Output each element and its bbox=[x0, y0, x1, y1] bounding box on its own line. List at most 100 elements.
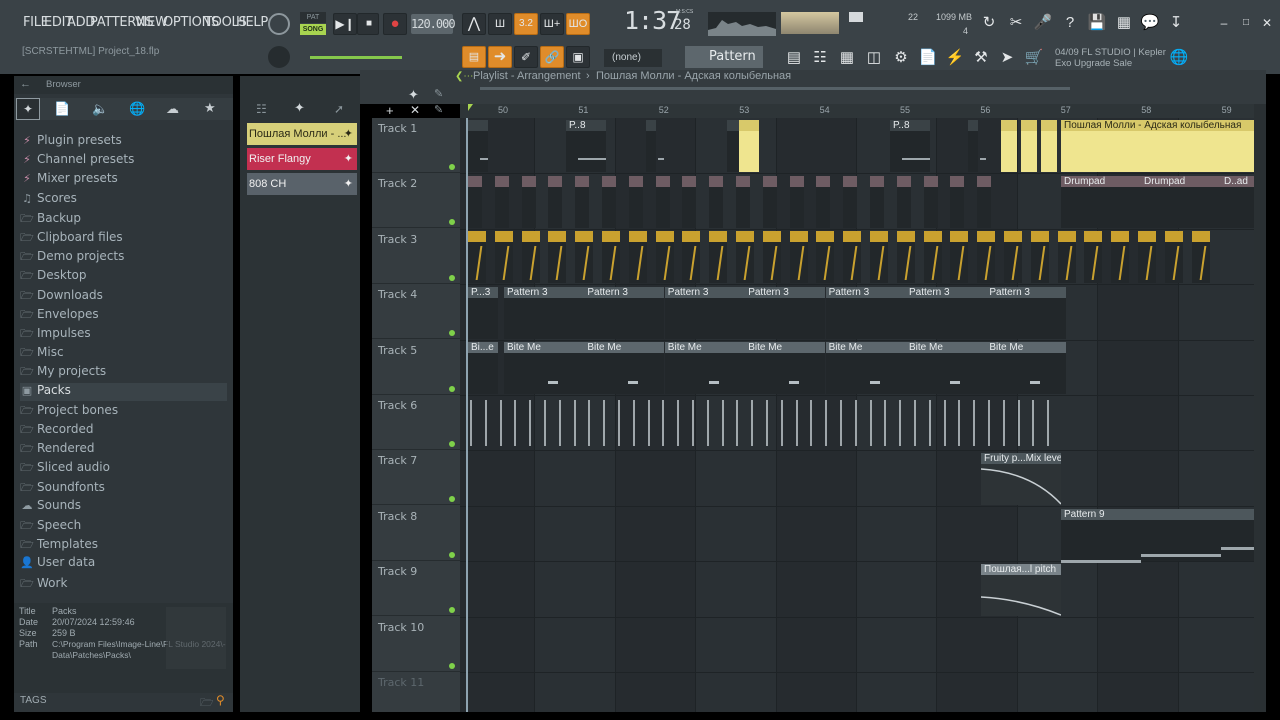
browser-item[interactable]: ⚡ Mixer presets bbox=[20, 171, 118, 189]
track-mute-led[interactable] bbox=[449, 662, 455, 669]
master-volume-knob[interactable] bbox=[268, 13, 290, 35]
track-mute-led[interactable] bbox=[449, 330, 455, 337]
track-mute-led[interactable] bbox=[449, 274, 455, 281]
timeline-ruler[interactable]: 50 51 52 53 54 55 56 57 58 59 bbox=[460, 104, 1254, 118]
playlist-clip[interactable]: Pattern 3 bbox=[584, 287, 665, 339]
playlist-clip[interactable] bbox=[1021, 120, 1037, 172]
playlist-clip[interactable]: Drumpad bbox=[1061, 176, 1141, 228]
playlist-clip[interactable] bbox=[682, 176, 697, 228]
delete-track-icon[interactable]: ✕ bbox=[410, 103, 420, 117]
save-icon[interactable]: 💾 bbox=[1086, 13, 1108, 33]
playlist-clip[interactable] bbox=[968, 120, 978, 172]
maximize-icon[interactable]: □ bbox=[1235, 13, 1257, 33]
channel-item[interactable]: Riser Flangy ✦ bbox=[247, 148, 357, 170]
star-tab-icon[interactable]: ★ bbox=[204, 100, 216, 116]
microphone-icon[interactable]: 🎤 bbox=[1032, 13, 1054, 33]
playlist-clip[interactable] bbox=[762, 176, 777, 228]
playlist-clip[interactable] bbox=[521, 176, 536, 228]
plugin-icon[interactable]: ⚙ bbox=[890, 48, 912, 68]
playlist-clip[interactable]: P...3 bbox=[468, 287, 498, 339]
browser-item[interactable]: ♫ Scores bbox=[20, 191, 77, 209]
track-mute-led[interactable] bbox=[449, 496, 455, 503]
track-mute-led[interactable] bbox=[449, 164, 455, 170]
playlist-view-icon[interactable]: ▤ bbox=[783, 48, 805, 68]
search-icon[interactable]: ⚲ bbox=[216, 693, 225, 707]
playlist-clip[interactable] bbox=[843, 176, 858, 228]
playlist-clip[interactable]: Bite Me bbox=[664, 342, 745, 394]
cart-icon[interactable]: 🛒 bbox=[1023, 48, 1045, 68]
horizontal-scrollbar[interactable] bbox=[480, 87, 1070, 90]
playlist-clip[interactable]: Pattern 3 bbox=[664, 287, 745, 339]
render-icon[interactable]: ➤ bbox=[996, 48, 1018, 68]
cloud-tab-icon[interactable]: ☁ bbox=[166, 101, 179, 117]
wait-input-button[interactable]: Ш bbox=[488, 13, 512, 35]
playlist-clip[interactable]: Fruity p...Mix level bbox=[981, 453, 1061, 505]
download-icon[interactable]: ↧ bbox=[1165, 13, 1187, 33]
piano-icon[interactable]: ☷ bbox=[256, 102, 267, 116]
track-header[interactable]: Track 10 bbox=[372, 617, 460, 672]
back-arrow-icon[interactable]: ← bbox=[20, 78, 31, 90]
browser-item[interactable]: 🗁 Backup bbox=[20, 210, 81, 228]
track-header[interactable]: Track 2 bbox=[372, 173, 460, 229]
playlist-clip[interactable]: Pattern 3 bbox=[986, 287, 1067, 339]
help-icon[interactable]: ? bbox=[1059, 13, 1081, 33]
browser-item[interactable]: ▣ Packs bbox=[20, 382, 227, 401]
playlist-clip[interactable]: Bite Me bbox=[504, 342, 584, 394]
playlist-clip[interactable]: Pattern 3 bbox=[504, 287, 584, 339]
playlist-clip[interactable] bbox=[575, 176, 590, 228]
playlist-clip[interactable] bbox=[896, 176, 911, 228]
playlist-clip[interactable] bbox=[628, 176, 643, 228]
record-button[interactable]: ● bbox=[383, 13, 407, 35]
browser-item[interactable]: 👤 User data bbox=[20, 555, 95, 573]
browser-item[interactable]: 🗁 Project bones bbox=[20, 402, 118, 420]
track-mute-led[interactable] bbox=[449, 551, 455, 558]
browser-item[interactable]: 🗁 Speech bbox=[20, 517, 81, 535]
pat-mode-button[interactable]: PAT bbox=[300, 12, 326, 23]
browser-item[interactable]: 🗁 Recorded bbox=[20, 421, 93, 439]
song-time-display[interactable]: 1:37 bbox=[624, 6, 681, 35]
track-header[interactable]: Track 5 bbox=[372, 340, 460, 395]
track-header[interactable]: Track 11 bbox=[372, 672, 460, 720]
news-line-2[interactable]: Exo Upgrade Sale bbox=[1055, 58, 1132, 69]
tags-label[interactable]: TAGS bbox=[20, 695, 46, 706]
playlist-clip[interactable] bbox=[548, 176, 563, 228]
track-header[interactable]: Track 8 bbox=[372, 506, 460, 561]
countdown-button[interactable]: 3.2 bbox=[514, 13, 538, 35]
playlist-menu-icon[interactable]: ❮⋯ bbox=[455, 71, 473, 82]
vertical-scrollbar[interactable] bbox=[1254, 104, 1266, 712]
browser-item[interactable]: 🗁 My projects bbox=[20, 363, 106, 381]
browser-item[interactable]: 🗁 Templates bbox=[20, 536, 98, 554]
track-header[interactable]: Track 7 bbox=[372, 450, 460, 506]
browser-item[interactable]: 🗁 Misc bbox=[20, 344, 63, 362]
browser-item[interactable]: 🗁 Desktop bbox=[20, 267, 86, 285]
playlist-clip[interactable] bbox=[1001, 120, 1017, 172]
channel-item[interactable]: 808 CH ✦ bbox=[247, 173, 357, 195]
playlist-clip[interactable] bbox=[1041, 120, 1057, 172]
playlist-clip[interactable] bbox=[494, 176, 509, 228]
undo-icon[interactable]: ↻ bbox=[978, 13, 1000, 33]
track-header[interactable]: Track 3 bbox=[372, 229, 460, 284]
playlist-clip[interactable] bbox=[739, 120, 759, 172]
browser-item[interactable]: 🗁 Soundfonts bbox=[20, 479, 105, 497]
snap-icon[interactable]: ✦ bbox=[408, 87, 419, 103]
close-icon[interactable]: ✕ bbox=[1256, 13, 1278, 33]
playlist-clip[interactable] bbox=[655, 176, 670, 228]
playlist-clip[interactable] bbox=[950, 176, 965, 228]
playlist-clip[interactable]: Pattern 3 bbox=[906, 287, 986, 339]
master-pitch-knob[interactable] bbox=[268, 46, 290, 68]
track-header[interactable]: Track 6 bbox=[372, 395, 460, 450]
playlist-clip[interactable] bbox=[977, 176, 992, 228]
channel-rack-icon[interactable]: ☷ bbox=[809, 48, 831, 68]
playlist-clip[interactable]: D..ad bbox=[1221, 176, 1254, 228]
playlist-clip[interactable] bbox=[709, 176, 724, 228]
step-seq-icon[interactable]: ▦ bbox=[836, 48, 858, 68]
stamp-button[interactable]: ▣ bbox=[566, 46, 590, 68]
playlist-clip[interactable]: Bite Me bbox=[986, 342, 1067, 394]
track-header[interactable]: Track 1 bbox=[372, 118, 460, 173]
song-mode-button[interactable]: SONG bbox=[300, 24, 326, 35]
browser-item[interactable]: ⚡ Channel presets bbox=[20, 152, 134, 170]
loop-record-button[interactable]: ШО bbox=[566, 13, 590, 35]
playlist-clip[interactable] bbox=[646, 120, 656, 172]
browser-item[interactable]: 🗁 Demo projects bbox=[20, 248, 124, 266]
scissors-icon[interactable]: ➚ bbox=[334, 102, 344, 116]
